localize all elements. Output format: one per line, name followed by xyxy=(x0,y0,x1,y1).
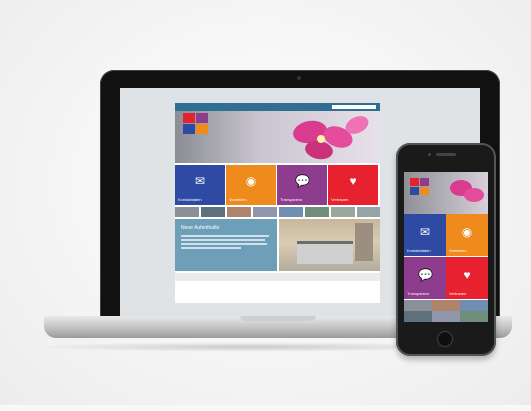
image-border xyxy=(0,0,531,411)
product-mockup-scene: ✉ Kontaktdaten ◉ Vorstellen 💬 Transparen… xyxy=(0,0,531,411)
